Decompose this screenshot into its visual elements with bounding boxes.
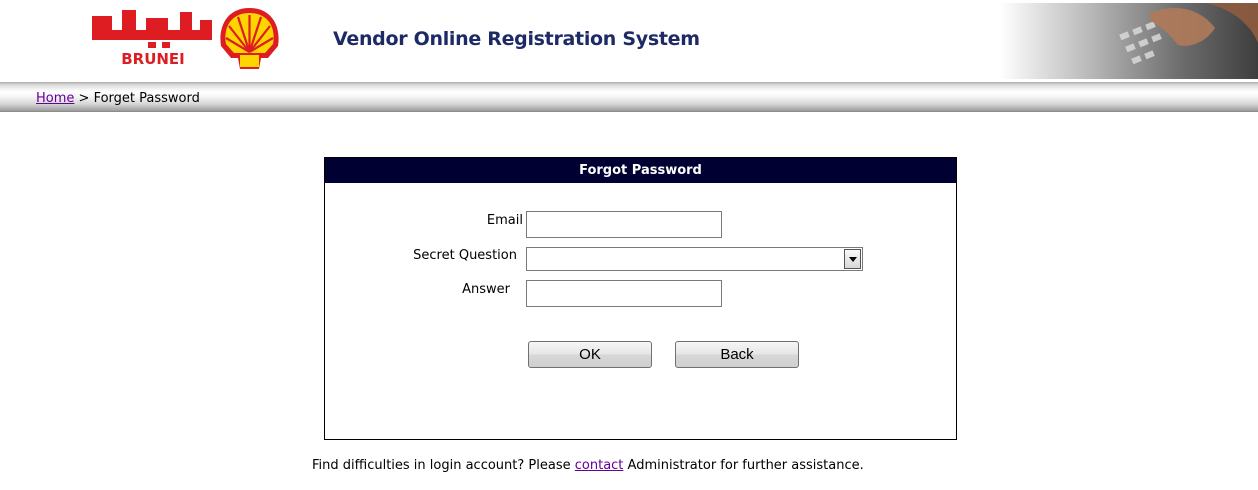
help-prefix: Find difficulties in login account? Plea… [312, 458, 571, 473]
email-field[interactable] [526, 211, 722, 238]
secret-question-select[interactable] [526, 247, 863, 271]
help-suffix: Administrator for further assistance. [627, 458, 864, 473]
dropdown-arrow-icon[interactable] [844, 249, 861, 269]
breadcrumb-current: Forget Password [93, 91, 200, 106]
secret-question-label: Secret Question [413, 248, 517, 263]
logo-brunei-text: BRUNEI [121, 50, 185, 68]
panel-title: Forgot Password [325, 158, 956, 183]
contact-link[interactable]: contact [575, 458, 624, 473]
brunei-shell-logo: BRUNEI [88, 6, 283, 76]
answer-field[interactable] [526, 280, 722, 307]
back-button[interactable]: Back [675, 341, 799, 368]
email-label: Email [486, 213, 523, 228]
help-text: Find difficulties in login account? Plea… [312, 458, 864, 473]
breadcrumb-home-link[interactable]: Home [36, 91, 74, 106]
breadcrumb: Home > Forget Password [36, 91, 200, 106]
breadcrumb-separator: > [78, 91, 90, 106]
forgot-password-panel: Forgot Password Email Secret Question An… [324, 157, 957, 440]
shell-logo-icon [220, 8, 279, 69]
arabic-logo-text [92, 10, 212, 48]
keyboard-photo [1000, 3, 1258, 79]
ok-button[interactable]: OK [528, 341, 652, 368]
answer-label: Answer [462, 282, 510, 297]
header: BRUNEI Vendor Online Registration System [0, 0, 1258, 82]
app-title: Vendor Online Registration System [333, 28, 700, 50]
